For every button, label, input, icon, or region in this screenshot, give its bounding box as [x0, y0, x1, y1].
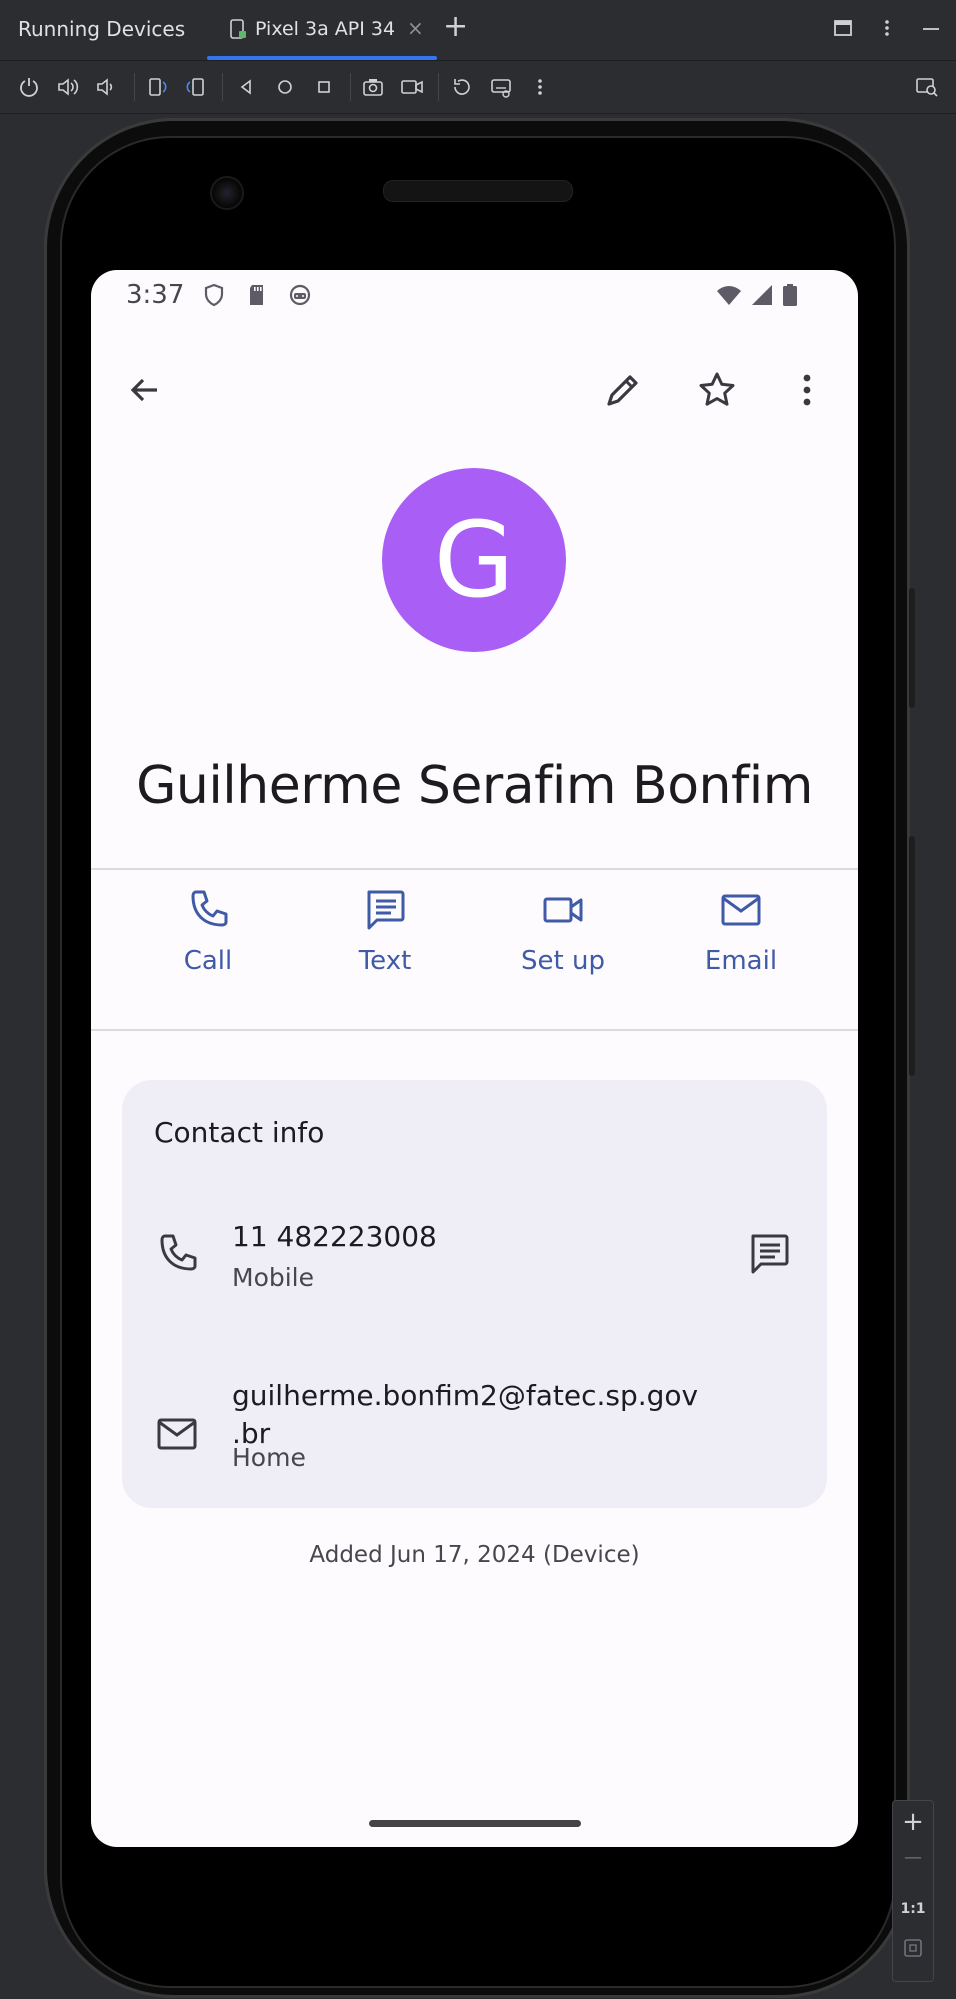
email-address[interactable]: guilherme.bonfim2@fatec.sp.gov .br — [232, 1377, 698, 1453]
volume-down-icon[interactable] — [93, 74, 119, 100]
active-tab-indicator — [207, 56, 437, 60]
added-date: Added Jun 17, 2024 (Device) — [309, 1542, 640, 1568]
fit-screen-icon[interactable] — [893, 1937, 933, 1963]
call-button[interactable]: Call — [133, 878, 283, 1008]
close-icon[interactable]: × — [407, 16, 424, 40]
more-vertical-icon[interactable] — [527, 74, 553, 100]
zoom-controls: + — 1:1 — [892, 1800, 934, 1982]
phone-icon — [191, 890, 228, 927]
text-label: Text — [358, 946, 412, 976]
divider — [91, 1029, 858, 1031]
mail-icon — [721, 894, 761, 926]
email-line-1: guilherme.bonfim2@fatec.sp.gov — [232, 1379, 699, 1412]
message-icon — [367, 890, 405, 930]
status-time: 3:37 — [126, 280, 185, 310]
status-bar: 3:37 — [91, 270, 858, 318]
earpiece-speaker — [383, 180, 573, 202]
contact-info-card: Contact info 11 482223008 Mobile guilher… — [122, 1080, 827, 1508]
back-icon[interactable] — [233, 74, 259, 100]
overview-icon[interactable] — [311, 74, 337, 100]
panel-title: Running Devices — [18, 17, 186, 41]
volume-rocker[interactable] — [909, 836, 915, 1076]
phone-screen: 3:37 G Guilherme Serafim Bonfim Call Tex… — [91, 270, 858, 1847]
shield-icon — [201, 282, 227, 308]
rotate-left-icon[interactable] — [144, 74, 170, 100]
camera-icon[interactable] — [360, 74, 386, 100]
avatar: G — [382, 468, 566, 652]
rotate-right-icon[interactable] — [183, 74, 209, 100]
side-button[interactable] — [909, 588, 915, 708]
volume-up-icon[interactable] — [55, 74, 81, 100]
wifi-icon — [716, 282, 742, 308]
email-type: Home — [232, 1443, 306, 1472]
contact-name: Guilherme Serafim Bonfim — [136, 756, 813, 816]
tab-bar: Running Devices Pixel 3a API 34 × + — [0, 0, 956, 61]
sd-card-icon — [244, 282, 270, 308]
setup-label: Set up — [521, 946, 605, 976]
video-icon — [543, 897, 583, 923]
message-icon[interactable] — [745, 1230, 793, 1278]
mail-icon — [153, 1410, 201, 1458]
phone-type: Mobile — [232, 1263, 315, 1292]
app-bar — [91, 350, 858, 430]
star-icon[interactable] — [693, 366, 741, 414]
edit-pencil-icon[interactable] — [599, 366, 647, 414]
phone-icon — [153, 1230, 201, 1278]
emulator-toolbar — [0, 61, 956, 114]
add-tab-button[interactable]: + — [443, 12, 468, 42]
email-label: Email — [704, 946, 778, 976]
more-vertical-icon[interactable] — [783, 366, 831, 414]
phone-number[interactable]: 11 482223008 — [232, 1218, 437, 1256]
home-icon[interactable] — [272, 74, 298, 100]
tab-device[interactable]: Pixel 3a API 34 × — [207, 0, 437, 60]
minimize-icon[interactable] — [920, 16, 942, 40]
android-robot-icon — [287, 282, 313, 308]
zoom-actual-size-button[interactable]: 1:1 — [893, 1901, 933, 1917]
call-label: Call — [183, 946, 233, 976]
more-vertical-icon[interactable] — [876, 16, 898, 40]
power-icon[interactable] — [16, 74, 42, 100]
zoom-out-button[interactable]: — — [893, 1847, 933, 1868]
email-button[interactable]: Email — [666, 878, 816, 1008]
reset-icon[interactable] — [449, 74, 475, 100]
text-button[interactable]: Text — [310, 878, 460, 1008]
window-layout-icon[interactable] — [832, 16, 854, 40]
home-indicator[interactable] — [369, 1820, 581, 1827]
quick-actions: Call Text Set up Email — [91, 868, 858, 998]
front-camera — [210, 176, 244, 210]
video-setup-button[interactable]: Set up — [488, 878, 638, 1008]
zoom-in-button[interactable]: + — [893, 1807, 933, 1837]
battery-icon — [777, 282, 803, 308]
device-search-icon[interactable] — [914, 74, 940, 100]
card-title: Contact info — [154, 1116, 325, 1149]
record-icon[interactable] — [399, 74, 425, 100]
cell-signal-icon — [749, 282, 775, 308]
device-icon — [227, 18, 249, 40]
back-arrow-icon[interactable] — [121, 366, 169, 414]
keyboard-icon[interactable] — [488, 74, 514, 100]
tab-label: Pixel 3a API 34 — [255, 18, 396, 40]
